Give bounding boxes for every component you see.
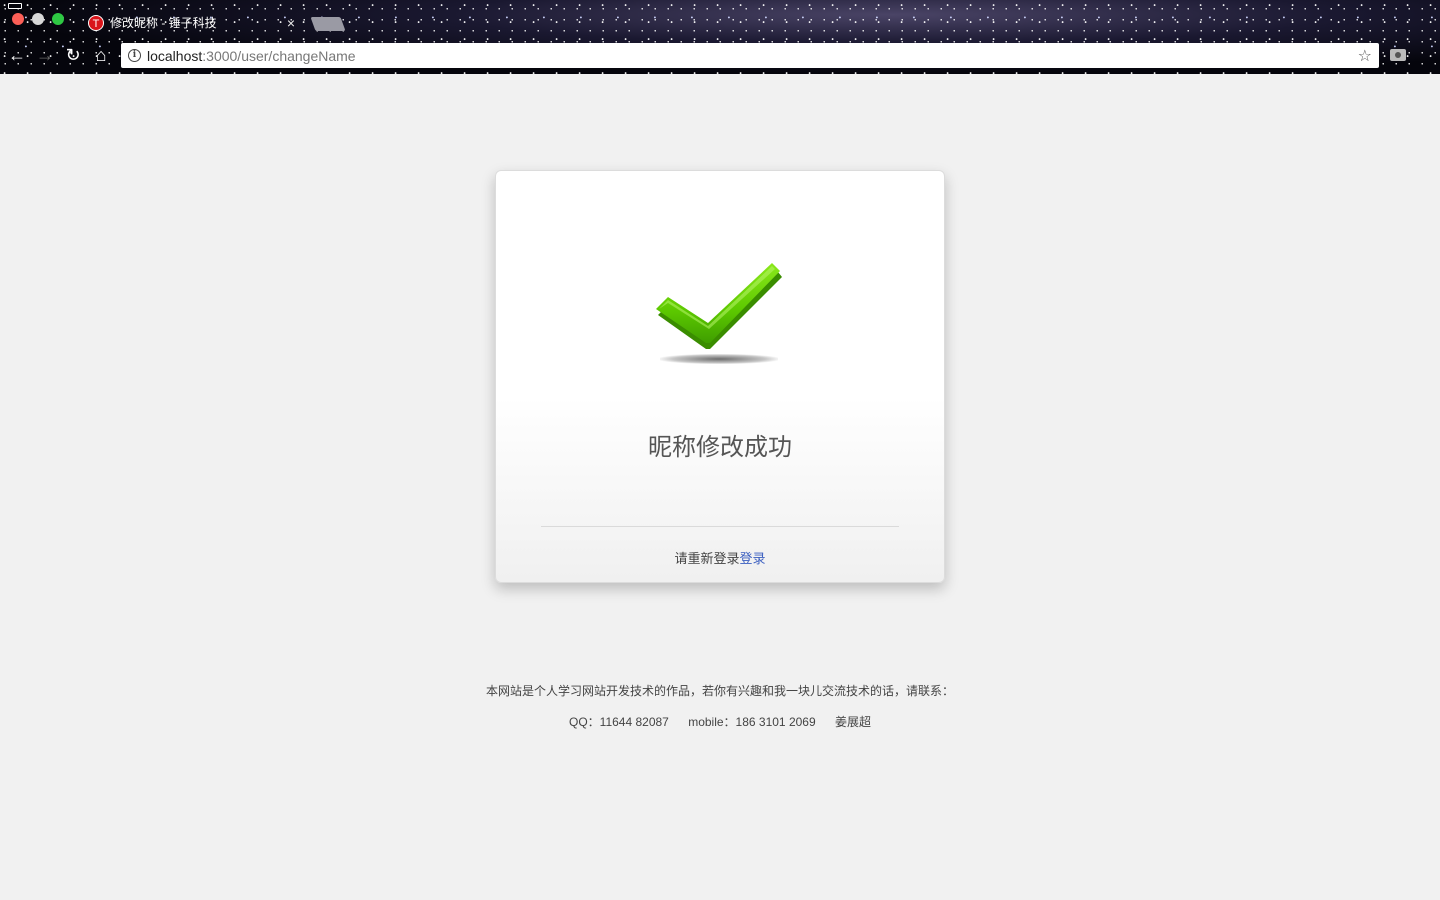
footer-qq: QQ：11644 82087 [569,715,669,729]
url-path: :3000/user/changeName [202,47,356,64]
camera-icon[interactable] [1390,49,1406,61]
close-window-button[interactable] [12,13,24,25]
address-bar[interactable]: i localhost:3000/user/changeName ☆ [121,43,1379,68]
divider [541,526,899,527]
success-title: 昵称修改成功 [648,434,792,461]
window-menu-icon[interactable] [8,3,22,9]
relogin-prefix: 请重新登录 [674,551,740,566]
favicon-icon: T [88,14,104,31]
footer-name: 姜展超 [834,715,871,729]
home-icon[interactable]: ⌂ [90,44,112,66]
checkmark-graphic [656,263,786,368]
tab-close-icon[interactable]: × [284,15,298,31]
login-link[interactable]: 登录 [740,551,766,566]
info-icon[interactable]: i [128,49,141,62]
footer-mobile: mobile：186 3101 2069 [688,715,816,729]
forward-icon[interactable]: → [34,44,56,66]
relogin-text: 请重新登录登录 [496,548,944,567]
browser-chrome: T 修改昵称 - 锤子科技 × ← → ↻ ⌂ i localhost:3000… [0,0,1440,74]
new-tab-button[interactable] [310,17,346,31]
url-text[interactable]: localhost:3000/user/changeName [147,48,1358,64]
tab-active[interactable]: T 修改昵称 - 锤子科技 × [80,8,302,37]
success-card: 昵称修改成功 请重新登录登录 [495,170,945,583]
reload-icon[interactable]: ↻ [62,44,84,66]
minimize-window-button[interactable] [32,13,44,25]
url-host: localhost [147,47,203,64]
browser-toolbar: ← → ↻ ⌂ i localhost:3000/user/changeName… [0,38,1440,74]
maximize-window-button[interactable] [52,13,64,25]
tab-strip: T 修改昵称 - 锤子科技 × [0,0,1440,37]
bookmark-star-icon[interactable]: ☆ [1358,46,1372,66]
checkmark-shadow [660,354,778,364]
footer-intro: 本网站是个人学习网站开发技术的作品，若你有兴趣和我一块儿交流技术的话，请联系： [485,684,954,698]
back-icon[interactable]: ← [6,44,28,66]
tab-title: 修改昵称 - 锤子科技 [110,16,217,30]
footer-contact: QQ：11644 82087 mobile：186 3101 2069 姜展超 [0,713,1440,730]
checkmark-icon [656,263,782,349]
